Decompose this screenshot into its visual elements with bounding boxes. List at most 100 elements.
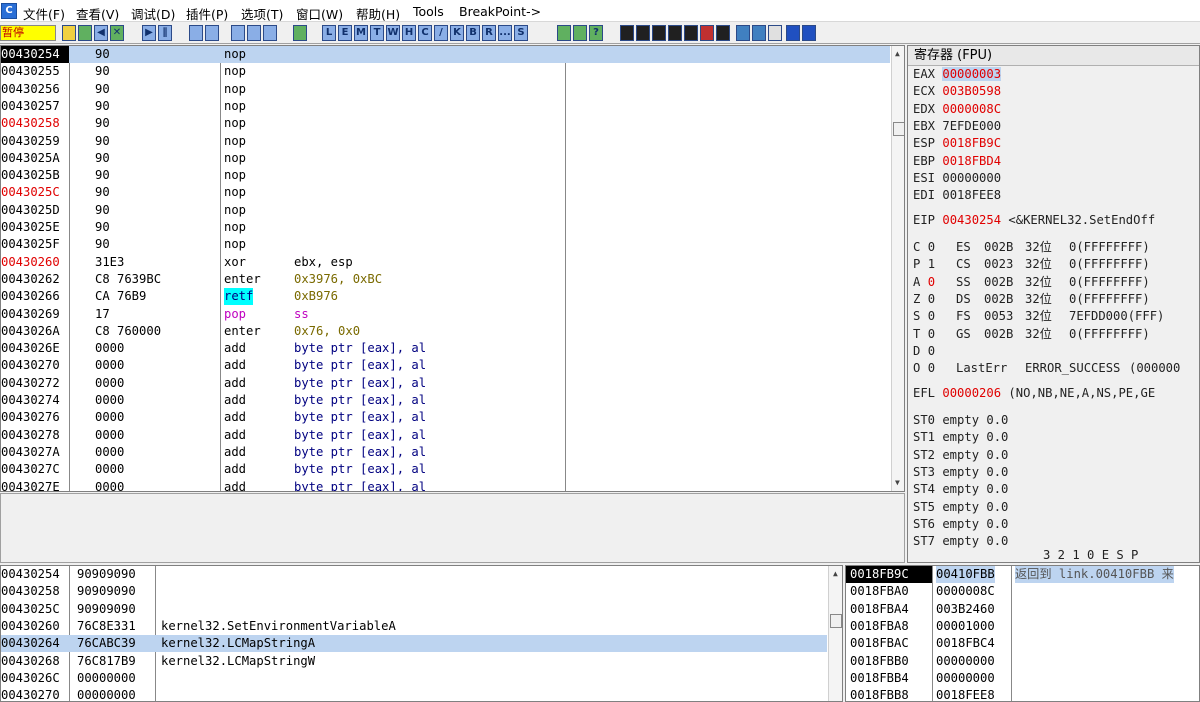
fpu-register[interactable]: ST2 empty 0.0 xyxy=(913,447,1008,464)
flag-row[interactable]: P 1 CS 0023 32位 0(FFFFFFFF) xyxy=(913,256,1150,273)
flag-row[interactable]: C 0 ES 002B 32位 0(FFFFFFFF) xyxy=(913,239,1150,256)
register-value[interactable]: 003B0598 xyxy=(942,84,1001,98)
register-value[interactable]: 0018FB9C xyxy=(942,136,1001,150)
register-value[interactable]: 0018FEE8 xyxy=(942,188,1001,202)
app-icon[interactable]: C xyxy=(1,3,17,19)
register-esi[interactable]: ESI 00000000 xyxy=(913,170,1001,187)
stack-row[interactable]: 0018FBA8 00001000 xyxy=(846,618,1199,635)
references-button[interactable]: R xyxy=(482,25,496,41)
log-window-button[interactable]: L xyxy=(322,25,336,41)
tree-icon[interactable] xyxy=(573,25,587,41)
disasm-address[interactable]: 00430259 xyxy=(1,133,69,150)
step-over-icon[interactable] xyxy=(205,25,219,41)
stack-address[interactable]: 0018FBB4 xyxy=(846,670,932,687)
stack-address[interactable]: 0018FBAC xyxy=(846,635,932,652)
disassembly-pane[interactable]: 00430254 90 nop 00430255 90 nop 00430256 90 nop 0… xyxy=(0,45,905,492)
step-into-icon[interactable] xyxy=(189,25,203,41)
help-icon[interactable]: ? xyxy=(589,25,603,41)
register-value[interactable]: 0018FBD4 xyxy=(942,154,1001,168)
dump-address[interactable]: 00430258 xyxy=(1,583,60,600)
memory-map-button[interactable]: M xyxy=(354,25,368,41)
plugin-icon-9[interactable] xyxy=(752,25,766,41)
dump-row[interactable]: 00430270 00000000 xyxy=(1,687,827,701)
flag-row[interactable]: O 0 LastErr ERROR_SUCCESS (000000 xyxy=(913,360,1180,377)
menu-options[interactable]: 选项(T) xyxy=(241,4,283,23)
disasm-row[interactable]: 00430274 0000 add byte ptr [eax], al xyxy=(1,392,890,409)
menu-window[interactable]: 窗口(W) xyxy=(296,4,343,23)
disasm-address[interactable]: 00430272 xyxy=(1,375,69,392)
disasm-row[interactable]: 0043026A C8 760000 enter 0x76, 0x0 xyxy=(1,323,890,340)
disasm-address[interactable]: 0043026A xyxy=(1,323,69,340)
memory-dump-pane[interactable]: 00430254 90909090 00430258 90909090 0043025C… xyxy=(0,565,843,702)
disasm-address[interactable]: 00430255 xyxy=(1,63,69,80)
plugin-icon-7[interactable] xyxy=(716,25,730,41)
dump-row[interactable]: 00430254 90909090 xyxy=(1,566,827,583)
disasm-row[interactable]: 0043025D 90 nop xyxy=(1,202,890,219)
menu-view[interactable]: 查看(V) xyxy=(76,4,119,23)
disasm-address[interactable]: 0043025C xyxy=(1,184,69,201)
flag-value[interactable]: 0 xyxy=(928,309,935,323)
disasm-address[interactable]: 00430254 xyxy=(1,46,69,64)
plugin-icon-12[interactable] xyxy=(802,25,816,41)
dump-address[interactable]: 00430260 xyxy=(1,618,60,635)
disasm-row[interactable]: 00430272 0000 add byte ptr [eax], al xyxy=(1,375,890,392)
close-icon[interactable]: ✕ xyxy=(110,25,124,41)
disasm-address[interactable]: 0043027A xyxy=(1,444,69,461)
run-icon[interactable]: ▶ xyxy=(142,25,156,41)
disasm-row[interactable]: 00430259 90 nop xyxy=(1,133,890,150)
disasm-row[interactable]: 0043027E 0000 add byte ptr [eax], al xyxy=(1,479,890,492)
threads-button[interactable]: T xyxy=(370,25,384,41)
register-eip[interactable]: EIP 00430254 <&KERNEL32.SetEndOff xyxy=(913,212,1155,229)
disasm-address[interactable]: 00430278 xyxy=(1,427,69,444)
flag-value[interactable]: 0 xyxy=(928,275,935,289)
disasm-address[interactable]: 00430258 xyxy=(1,115,69,132)
disasm-row[interactable]: 00430256 90 nop xyxy=(1,81,890,98)
dump-row[interactable]: 00430260 76C8E331 kernel32.SetEnvironmentV… xyxy=(1,618,827,635)
disasm-row[interactable]: 0043026E 0000 add byte ptr [eax], al xyxy=(1,340,890,357)
trace-over-icon[interactable] xyxy=(247,25,261,41)
flag-value[interactable]: 0 xyxy=(928,327,935,341)
list-icon[interactable] xyxy=(557,25,571,41)
stack-address[interactable]: 0018FBA8 xyxy=(846,618,932,635)
dump-row[interactable]: 00430264 76CABC39 kernel32.LCMapStringA xyxy=(1,635,827,653)
disasm-row[interactable]: 0043025B 90 nop xyxy=(1,167,890,184)
windows-button[interactable]: W xyxy=(386,25,400,41)
menu-help[interactable]: 帮助(H) xyxy=(356,4,400,23)
register-value[interactable]: 00000206 xyxy=(942,386,1001,400)
handles-button[interactable]: H xyxy=(402,25,416,41)
disasm-address[interactable]: 00430256 xyxy=(1,81,69,98)
disasm-row[interactable]: 0043025C 90 nop xyxy=(1,184,890,201)
registers-title[interactable]: 寄存器 (FPU) xyxy=(908,46,1199,66)
plugin-icon-1[interactable] xyxy=(620,25,634,41)
stack-address[interactable]: 0018FBA4 xyxy=(846,601,932,618)
plugin-icon-11[interactable] xyxy=(786,25,800,41)
register-ecx[interactable]: ECX 003B0598 xyxy=(913,83,1001,100)
disasm-address[interactable]: 00430276 xyxy=(1,409,69,426)
source-button[interactable]: S xyxy=(514,25,528,41)
disasm-row[interactable]: 0043025A 90 nop xyxy=(1,150,890,167)
stack-row[interactable]: 0018FBAC 0018FBC4 xyxy=(846,635,1199,652)
open-icon[interactable] xyxy=(62,25,76,41)
register-value[interactable]: 00000003 xyxy=(942,67,1002,81)
executable-modules-button[interactable]: E xyxy=(338,25,352,41)
register-edx[interactable]: EDX 0000008C xyxy=(913,101,1001,118)
disasm-address[interactable]: 0043025B xyxy=(1,167,69,184)
dump-row[interactable]: 00430268 76C817B9 kernel32.LCMapStringW xyxy=(1,653,827,670)
disasm-address[interactable]: 00430262 xyxy=(1,271,69,288)
disasm-row[interactable]: 00430255 90 nop xyxy=(1,63,890,80)
plugin-icon-8[interactable] xyxy=(736,25,750,41)
disasm-address[interactable]: 0043025E xyxy=(1,219,69,236)
register-value[interactable]: 7EFDE000 xyxy=(942,119,1001,133)
disasm-address[interactable]: 00430260 xyxy=(1,254,69,271)
stack-row[interactable]: 0018FBB0 00000000 xyxy=(846,653,1199,670)
disasm-row[interactable]: 0043027A 0000 add byte ptr [eax], al xyxy=(1,444,890,461)
disasm-address[interactable]: 00430269 xyxy=(1,306,69,323)
register-esp[interactable]: ESP 0018FB9C xyxy=(913,135,1001,152)
dump-address[interactable]: 00430254 xyxy=(1,566,60,583)
fpu-register[interactable]: ST7 empty 0.0 xyxy=(913,533,1008,550)
stack-row[interactable]: 0018FB9C 00410FBB 返回到 link.00410FBB 来 xyxy=(846,566,1199,584)
disasm-row[interactable]: 0043027C 0000 add byte ptr [eax], al xyxy=(1,461,890,478)
goto-icon[interactable] xyxy=(293,25,307,41)
rewind-icon[interactable]: ◀ xyxy=(94,25,108,41)
flag-value[interactable]: 0 xyxy=(928,240,935,254)
